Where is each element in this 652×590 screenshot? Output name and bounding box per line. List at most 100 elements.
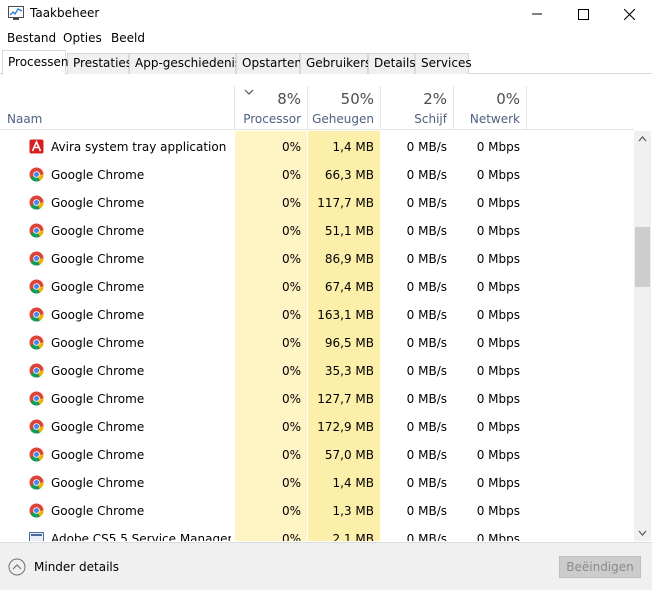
process-row[interactable]: Google Chrome 0% 117,7 MB 0 MB/s 0 Mbps <box>0 187 634 215</box>
process-name: Avira system tray application (3... <box>51 140 231 154</box>
process-name: Google Chrome <box>51 308 145 322</box>
process-row[interactable]: Google Chrome 0% 172,9 MB 0 MB/s 0 Mbps <box>0 411 634 439</box>
minimize-button[interactable] <box>514 0 560 28</box>
disk-label: Schijf <box>414 112 447 126</box>
chrome-icon <box>29 391 44 406</box>
process-row[interactable]: Google Chrome 0% 127,7 MB 0 MB/s 0 Mbps <box>0 383 634 411</box>
fewer-details-link[interactable]: Minder details <box>34 560 119 574</box>
tab-gebruikers[interactable]: Gebruikers <box>300 53 371 74</box>
column-header-disk[interactable]: 2% Schijf <box>381 86 453 130</box>
column-header-processor[interactable]: 8% Processor <box>235 86 307 130</box>
processor-value: 0% <box>281 224 301 238</box>
disk-value: 0 MB/s <box>406 224 447 238</box>
disk-value: 0 MB/s <box>406 364 447 378</box>
process-row[interactable]: Google Chrome 0% 1,3 MB 0 MB/s 0 Mbps <box>0 495 634 523</box>
processor-total: 8% <box>277 90 301 108</box>
disk-total: 2% <box>423 90 447 108</box>
disk-value: 0 MB/s <box>406 504 447 518</box>
process-name: Google Chrome <box>51 252 145 266</box>
network-label: Netwerk <box>469 112 520 126</box>
process-row[interactable]: Google Chrome 0% 57,0 MB 0 MB/s 0 Mbps <box>0 439 634 467</box>
menu-bestand[interactable]: Bestand <box>7 31 56 45</box>
column-header-memory[interactable]: 50% Geheugen <box>308 86 380 130</box>
memory-value: 67,4 MB <box>324 280 374 294</box>
menu-opties[interactable]: Opties <box>63 31 102 45</box>
process-name: Google Chrome <box>51 336 145 350</box>
network-value: 0 Mbps <box>476 308 520 322</box>
task-manager-icon <box>8 6 24 20</box>
memory-value: 66,3 MB <box>324 168 374 182</box>
tab-prestaties[interactable]: Prestaties <box>67 53 132 74</box>
tab-services[interactable]: Services <box>415 53 472 74</box>
disk-value: 0 MB/s <box>406 392 447 406</box>
processor-value: 0% <box>281 392 301 406</box>
adobe-service-icon <box>29 532 44 541</box>
process-row[interactable]: Google Chrome 0% 67,4 MB 0 MB/s 0 Mbps <box>0 271 634 299</box>
scroll-up-arrow-icon[interactable] <box>638 135 647 143</box>
process-name: Google Chrome <box>51 364 145 378</box>
column-header-network[interactable]: 0% Netwerk <box>454 86 526 130</box>
process-row[interactable]: Google Chrome 0% 96,5 MB 0 MB/s 0 Mbps <box>0 327 634 355</box>
footer-bar: Minder details Beëindigen <box>0 542 652 590</box>
process-row[interactable]: Avira system tray application (3... 0% 1,4… <box>0 131 634 159</box>
memory-value: 35,3 MB <box>324 364 374 378</box>
maximize-button[interactable] <box>560 0 606 28</box>
network-value: 0 Mbps <box>476 168 520 182</box>
tab-details[interactable]: Details <box>368 53 416 74</box>
menu-beeld[interactable]: Beeld <box>111 31 145 45</box>
process-row[interactable]: Google Chrome 0% 163,1 MB 0 MB/s 0 Mbps <box>0 299 634 327</box>
process-row[interactable]: Google Chrome 0% 35,3 MB 0 MB/s 0 Mbps <box>0 355 634 383</box>
process-row[interactable]: Google Chrome 0% 51,1 MB 0 MB/s 0 Mbps <box>0 215 634 243</box>
network-value: 0 Mbps <box>476 280 520 294</box>
process-row[interactable]: Google Chrome 0% 1,4 MB 0 MB/s 0 Mbps <box>0 467 634 495</box>
disk-value: 0 MB/s <box>406 252 447 266</box>
tab-app-geschiedenis[interactable]: App-geschiedenis <box>129 53 241 74</box>
processor-value: 0% <box>281 196 301 210</box>
column-divider <box>526 86 527 130</box>
chrome-icon <box>29 195 44 210</box>
vertical-scrollbar[interactable] <box>634 131 651 541</box>
processor-value: 0% <box>281 420 301 434</box>
chrome-icon <box>29 447 44 462</box>
minimize-icon <box>532 13 542 15</box>
title-bar: Taakbeheer <box>0 0 652 28</box>
disk-value: 0 MB/s <box>406 448 447 462</box>
menu-bar: Bestand Opties Beeld <box>0 28 652 48</box>
chrome-icon <box>29 363 44 378</box>
chrome-icon <box>29 335 44 350</box>
processor-value: 0% <box>281 532 301 541</box>
scroll-down-arrow-icon[interactable] <box>638 529 647 537</box>
close-button[interactable] <box>606 0 652 28</box>
process-list: Avira system tray application (3... 0% 1,4… <box>0 131 634 541</box>
memory-value: 86,9 MB <box>324 252 374 266</box>
column-header-row: Naam 8% Processor 50% Geheugen 2% Schijf… <box>0 86 634 130</box>
tab-processen[interactable]: Processen <box>2 50 69 75</box>
scrollbar-thumb[interactable] <box>635 227 650 287</box>
disk-value: 0 MB/s <box>406 476 447 490</box>
memory-value: 57,0 MB <box>324 448 374 462</box>
processor-value: 0% <box>281 364 301 378</box>
disk-value: 0 MB/s <box>406 420 447 434</box>
processor-value: 0% <box>281 476 301 490</box>
window-title: Taakbeheer <box>30 6 100 20</box>
network-value: 0 Mbps <box>476 252 520 266</box>
column-header-name[interactable]: Naam <box>7 112 42 126</box>
memory-value: 117,7 MB <box>317 196 374 210</box>
tab-opstarten[interactable]: Opstarten <box>236 53 302 74</box>
chrome-icon <box>29 251 44 266</box>
network-value: 0 Mbps <box>476 392 520 406</box>
process-name: Google Chrome <box>51 168 145 182</box>
avira-icon <box>29 139 44 154</box>
collapse-chevron-icon[interactable] <box>8 558 26 576</box>
memory-label: Geheugen <box>312 112 374 126</box>
process-name: Google Chrome <box>51 224 145 238</box>
process-row[interactable]: Google Chrome 0% 86,9 MB 0 MB/s 0 Mbps <box>0 243 634 271</box>
close-icon <box>623 8 635 20</box>
memory-value: 96,5 MB <box>324 336 374 350</box>
process-row[interactable]: Adobe CS5.5 Service Manager (... 0% 2,1 MB… <box>0 523 634 541</box>
end-task-button[interactable]: Beëindigen <box>559 556 641 578</box>
network-total: 0% <box>496 90 520 108</box>
disk-value: 0 MB/s <box>406 308 447 322</box>
process-row[interactable]: Google Chrome 0% 66,3 MB 0 MB/s 0 Mbps <box>0 159 634 187</box>
memory-value: 1,3 MB <box>332 504 374 518</box>
